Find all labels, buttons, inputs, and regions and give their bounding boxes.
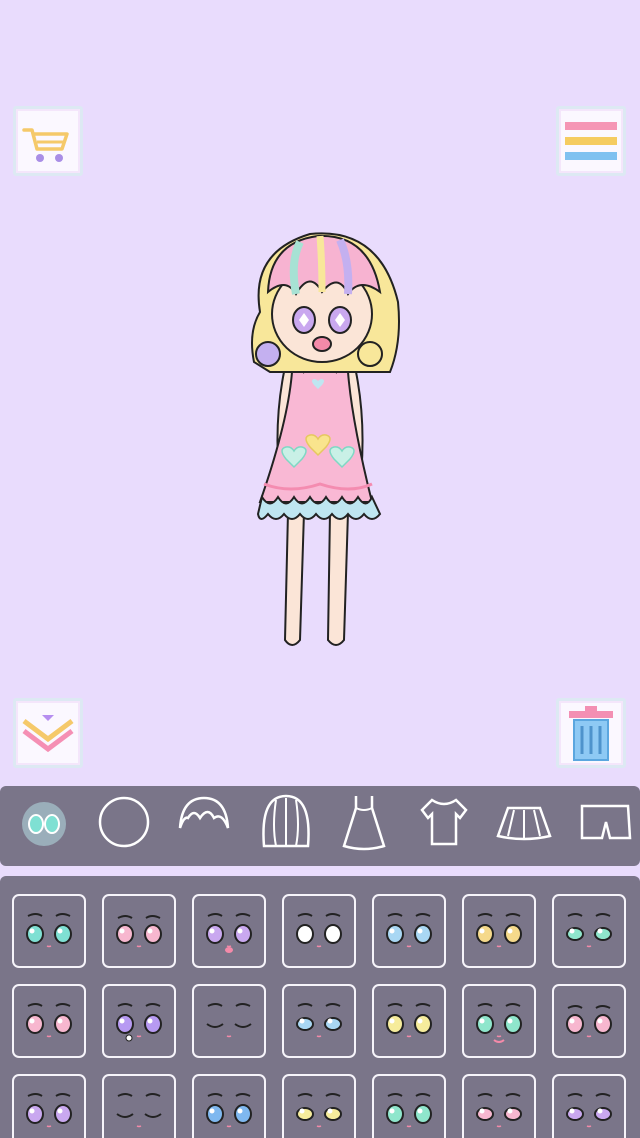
eye-style-icon [476,913,522,948]
eye-option-tile[interactable] [372,1074,446,1138]
eye-style-icon [566,1005,612,1038]
tshirt-icon [420,798,468,846]
eye-style-icon [476,1003,522,1043]
eye-option-tile[interactable] [282,894,356,968]
tab-face[interactable] [14,786,74,866]
tab-dress[interactable] [334,786,394,866]
eye-style-icon [26,1003,72,1038]
eye-style-icon [476,1093,522,1128]
character-doll[interactable] [230,222,410,662]
eye-option-tile[interactable] [102,1074,176,1138]
tab-hair[interactable] [256,786,316,866]
menu-icon [565,122,617,160]
tab-head[interactable] [94,786,154,866]
eye-option-tile[interactable] [552,1074,626,1138]
dress-icon [342,796,386,851]
eye-option-tile[interactable] [462,984,536,1058]
eye-style-icon [566,913,612,948]
eye-option-tile[interactable] [12,984,86,1058]
head-shape-icon [98,796,150,848]
skirt-icon [496,806,552,841]
eye-style-icon [296,913,342,948]
eye-options-grid [0,876,640,1138]
eye-option-tile[interactable] [192,984,266,1058]
eye-option-tile[interactable] [462,894,536,968]
eye-style-icon [116,1093,162,1128]
eye-option-tile[interactable] [372,984,446,1058]
eye-option-tile[interactable] [192,1074,266,1138]
eye-style-icon [116,1003,162,1042]
eye-option-tile[interactable] [12,1074,86,1138]
shop-button[interactable] [13,106,83,176]
eye-style-icon [386,913,432,948]
trash-can-icon [569,706,613,761]
tab-top[interactable] [414,786,474,866]
category-tabbar [0,786,640,866]
bangs-hair-icon [178,796,230,829]
eye-style-icon [116,915,162,948]
double-chevron-down-icon [22,715,74,753]
eye-option-tile[interactable] [102,984,176,1058]
eye-option-tile[interactable] [102,894,176,968]
eye-option-tile[interactable] [552,984,626,1058]
eye-style-icon [206,1093,252,1128]
eye-style-icon [386,1003,432,1038]
tab-bottom[interactable] [576,786,636,866]
eye-option-tile[interactable] [192,894,266,968]
eye-style-icon [296,1093,342,1128]
face-eyes-icon [22,802,66,846]
eye-style-icon [296,1003,342,1038]
eye-style-icon [206,913,252,953]
eye-option-tile[interactable] [282,984,356,1058]
eye-option-tile[interactable] [282,1074,356,1138]
eye-option-tile[interactable] [552,894,626,968]
trash-button[interactable] [556,698,626,768]
eye-option-tile[interactable] [372,894,446,968]
shopping-cart-icon [22,128,69,162]
eye-style-icon [386,1093,432,1128]
menu-button[interactable] [556,106,626,176]
back-hair-icon [262,794,310,848]
eye-style-icon [206,1003,252,1038]
eye-style-icon [26,1093,72,1128]
tab-bangs[interactable] [174,786,234,866]
eye-option-tile[interactable] [462,1074,536,1138]
eye-style-icon [566,1093,612,1128]
hide-panel-button[interactable] [13,698,83,768]
shorts-icon [580,804,632,840]
tab-skirt[interactable] [494,786,554,866]
eye-style-icon [26,913,72,948]
eye-option-tile[interactable] [12,894,86,968]
